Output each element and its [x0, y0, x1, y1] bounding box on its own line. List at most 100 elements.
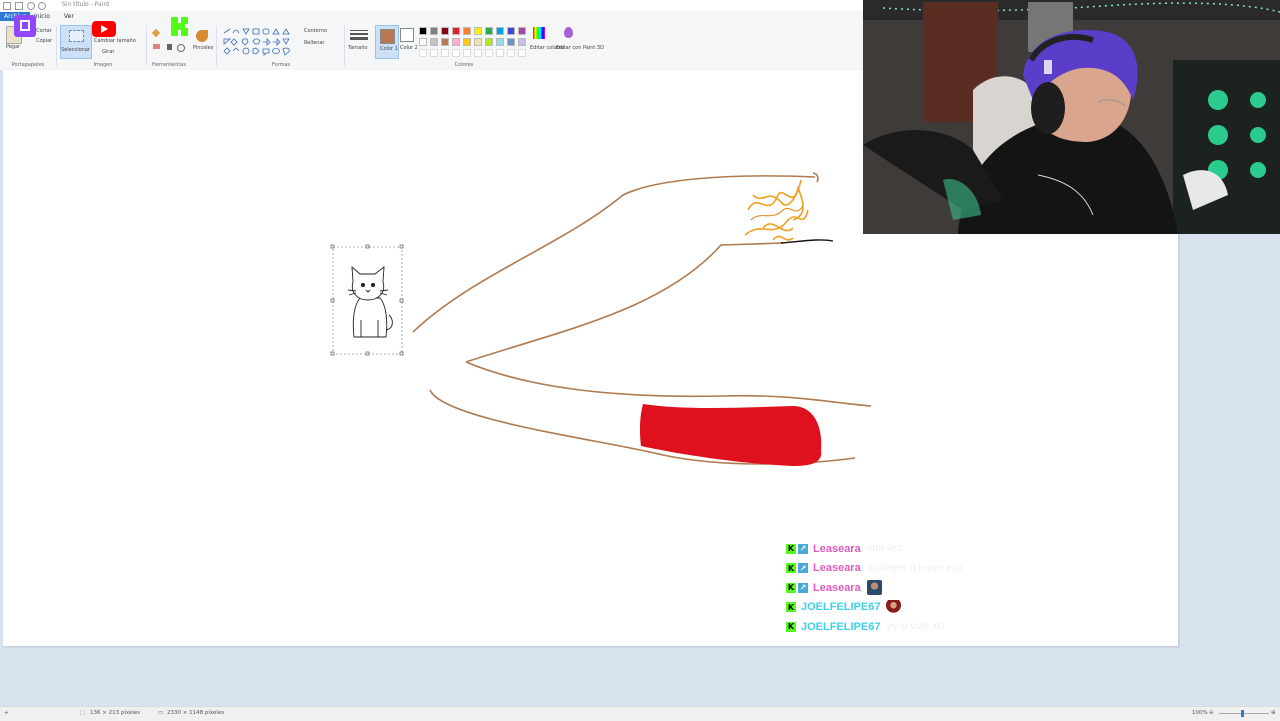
select-icon	[69, 30, 84, 42]
crosshair-icon: +	[4, 710, 9, 716]
eraser-icon[interactable]	[153, 44, 160, 49]
palette-swatch[interactable]	[485, 38, 493, 46]
size-label: Tamaño	[348, 45, 368, 51]
palette-swatch[interactable]	[441, 27, 449, 35]
color1-label: Color 1	[380, 46, 398, 52]
custom-swatch[interactable]	[441, 49, 449, 57]
color2-swatch[interactable]	[400, 28, 414, 42]
custom-swatch[interactable]	[474, 49, 482, 57]
chat-message: K ↗ Leaseara otra vez	[786, 539, 1046, 559]
shapes-gallery[interactable]	[222, 27, 294, 57]
color1-button[interactable]: Color 1	[375, 25, 399, 59]
kick-badge-icon: K	[786, 621, 796, 632]
palette-swatch[interactable]	[452, 27, 460, 35]
fill-dropdown[interactable]: Rellenar	[304, 40, 324, 46]
divider	[146, 26, 147, 66]
chat-message: K ↗ Leaseara no tienes q hacer eso	[786, 559, 1046, 579]
rotate-button[interactable]: Girar	[102, 49, 114, 55]
select-label: Seleccionar	[61, 47, 90, 53]
brushes-label[interactable]: Pinceles	[193, 45, 213, 51]
custom-swatch[interactable]	[419, 49, 427, 57]
image-size: 2330 × 1148 píxeles	[167, 710, 225, 716]
custom-swatch[interactable]	[507, 49, 515, 57]
pencil-icon[interactable]	[151, 28, 161, 38]
brush-stroke	[465, 361, 872, 407]
color-picker-icon[interactable]	[167, 44, 172, 50]
size-line	[350, 37, 368, 40]
window-title: Sin título - Paint	[62, 1, 110, 8]
palette-swatch[interactable]	[518, 38, 526, 46]
save-icon[interactable]	[15, 2, 23, 10]
outline-dropdown[interactable]: Contorno	[304, 28, 327, 34]
redo-icon[interactable]	[38, 2, 46, 10]
palette-swatch[interactable]	[463, 27, 471, 35]
palette-swatch[interactable]	[419, 38, 427, 46]
brush-icon[interactable]	[196, 30, 208, 42]
prime-badge-icon: ↗	[798, 582, 808, 593]
undo-icon[interactable]	[27, 2, 35, 10]
palette-swatch[interactable]	[463, 38, 471, 46]
cut-button[interactable]: Cortar	[36, 28, 52, 34]
zoom-level: 100%	[1192, 710, 1208, 716]
chat-text: otra vez	[866, 543, 903, 555]
resize-button[interactable]: Cambiar tamaño	[94, 38, 136, 44]
image-group-label: Imagen	[93, 62, 113, 68]
magnifier-icon[interactable]	[177, 44, 185, 52]
custom-swatch[interactable]	[496, 49, 504, 57]
palette-swatch[interactable]	[430, 38, 438, 46]
tab-ver[interactable]: Ver	[60, 12, 78, 21]
palette-swatch[interactable]	[430, 27, 438, 35]
custom-swatch[interactable]	[518, 49, 526, 57]
palette-swatch[interactable]	[452, 38, 460, 46]
palette-swatch[interactable]	[485, 27, 493, 35]
shapes-icons	[223, 28, 290, 56]
zoom-in-icon[interactable]: ⊕	[1271, 710, 1276, 716]
custom-swatch[interactable]	[485, 49, 493, 57]
palette-swatch[interactable]	[518, 27, 526, 35]
palette-swatch[interactable]	[474, 38, 482, 46]
chat-message: K ↗ Leaseara	[786, 578, 1046, 598]
paste-label[interactable]: Pegar	[6, 44, 20, 50]
palette-swatch[interactable]	[441, 38, 449, 46]
select-button[interactable]: Seleccionar	[60, 25, 92, 59]
edit-3d-button[interactable]: Editar con Paint 3D	[556, 45, 604, 51]
chat-message: K JOELFELIPE67	[786, 598, 1046, 618]
status-bar: + ⬚ 136 × 213 píxeles ▭ 2330 × 1148 píxe…	[0, 706, 1280, 721]
paint3d-icon[interactable]	[564, 27, 573, 38]
size-button[interactable]	[350, 29, 368, 41]
palette-swatch[interactable]	[507, 27, 515, 35]
avatar-emote-icon	[866, 580, 882, 596]
custom-swatch[interactable]	[452, 49, 460, 57]
chat-username: Leaseara	[813, 562, 861, 575]
kick-logo	[170, 16, 192, 38]
kick-badge-icon: K	[786, 543, 796, 554]
selection-size-icon: ⬚	[80, 710, 86, 716]
divider	[56, 26, 57, 66]
palette-swatch[interactable]	[419, 27, 427, 35]
prime-badge-icon: ↗	[798, 543, 808, 554]
custom-swatch[interactable]	[430, 49, 438, 57]
edit-colors-icon[interactable]	[533, 27, 545, 39]
twitch-logo	[14, 15, 36, 37]
ribbon: Pegar Cortar Copiar Portapapeles Selecci…	[0, 22, 864, 71]
selection-size: 136 × 213 píxeles	[90, 710, 141, 716]
kick-logo-mark	[171, 17, 188, 36]
kick-badge-icon: K	[786, 602, 796, 613]
webcam-feed	[863, 0, 1280, 234]
red-shape	[639, 404, 822, 466]
zoom-out-icon[interactable]: ⊖	[1209, 710, 1214, 716]
chat-message: K JOELFELIPE67 yo sí voté xD	[786, 617, 1046, 637]
twitch-logo-mark	[20, 20, 30, 31]
palette-swatch[interactable]	[474, 27, 482, 35]
palette-swatch[interactable]	[496, 38, 504, 46]
chat-username: JOELFELIPE67	[801, 620, 881, 633]
youtube-logo	[92, 21, 116, 37]
copy-button[interactable]: Copiar	[36, 38, 52, 44]
zoom-slider-thumb[interactable]	[1241, 710, 1244, 717]
zoom-slider[interactable]	[1219, 713, 1269, 714]
app-icon	[3, 2, 11, 10]
prime-badge-icon: ↗	[798, 563, 808, 574]
palette-swatch[interactable]	[507, 38, 515, 46]
palette-swatch[interactable]	[496, 27, 504, 35]
custom-swatch[interactable]	[463, 49, 471, 57]
